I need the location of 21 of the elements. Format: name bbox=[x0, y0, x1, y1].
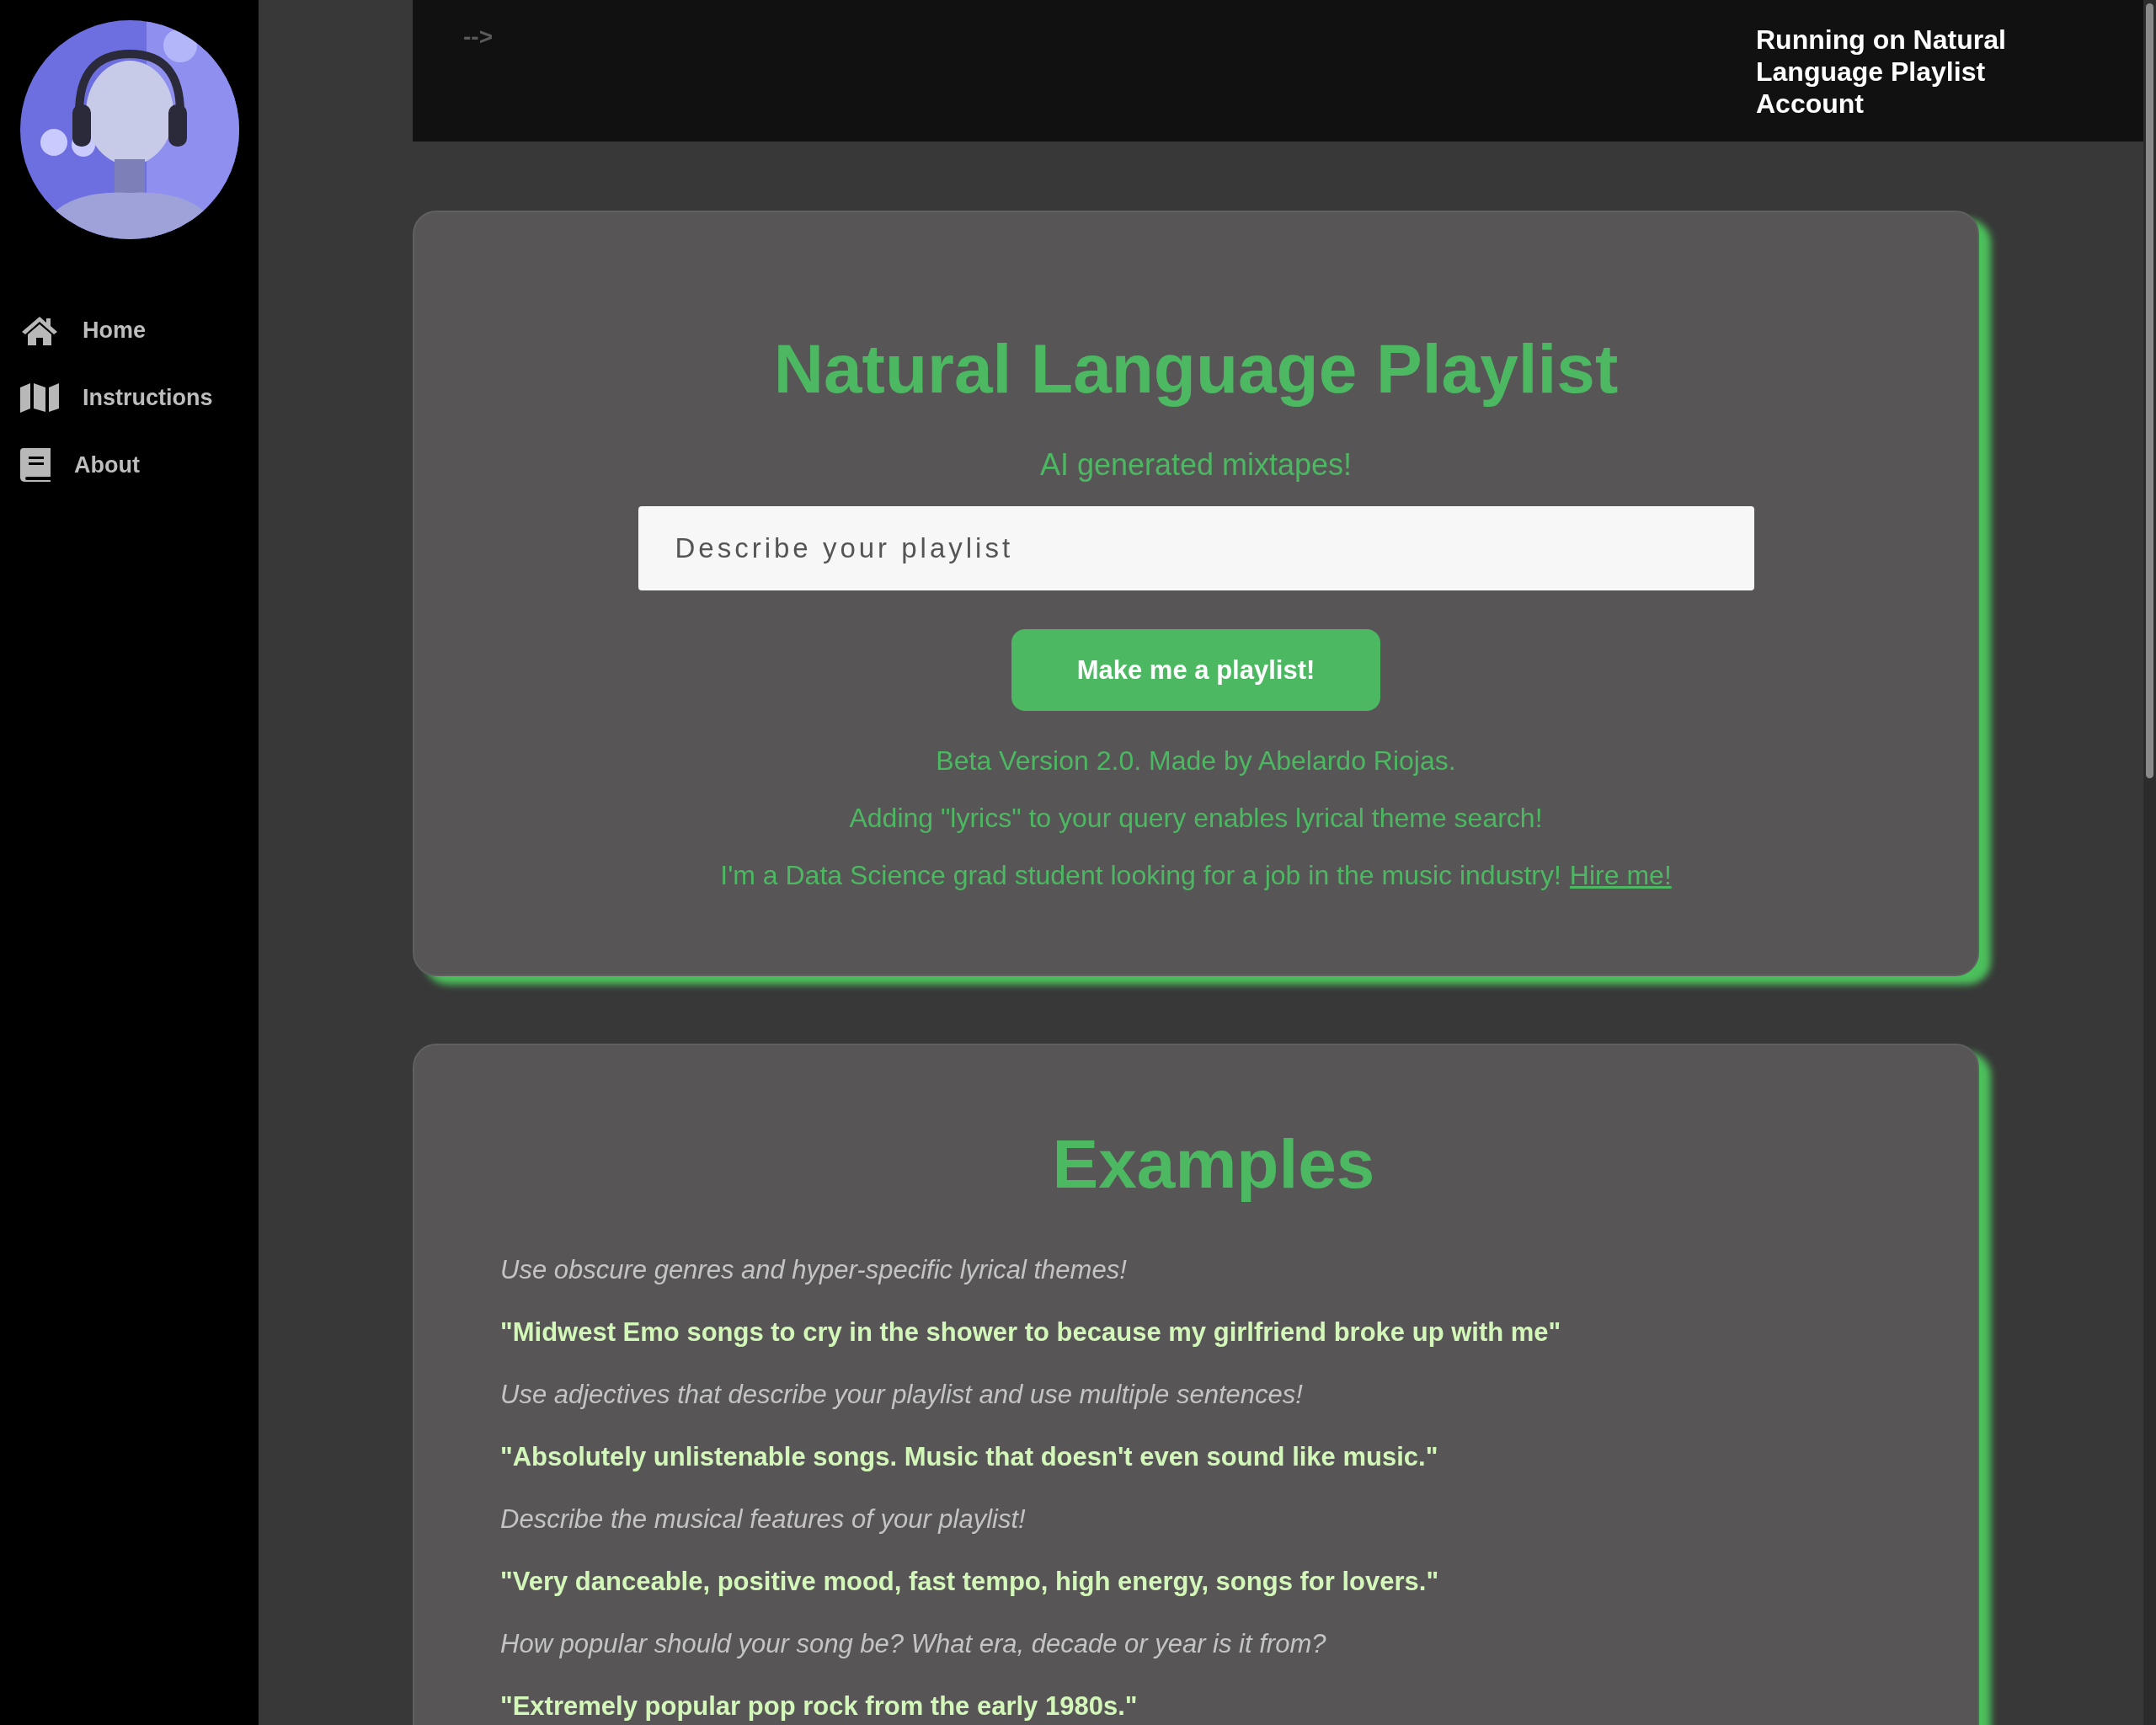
tip-text: Describe the musical features of your playlist! bbox=[500, 1503, 1027, 1535]
example-query: "Midwest Emo songs to cry in the shower to because my girlfriend broke up with me" bbox=[500, 1316, 1562, 1348]
comment-text: --> bbox=[463, 24, 493, 51]
info-text: Adding "lyrics" to your query enables lyrical theme search! bbox=[849, 802, 1543, 835]
info-text: I'm a Data Science grad student looking for a job in the music industry! Hire me! bbox=[720, 859, 1672, 892]
tip-text: How popular should your song be? What era, decade or year is it from? bbox=[500, 1628, 1327, 1660]
subtitle: AI generated mixtapes! bbox=[1039, 447, 1353, 483]
nav-link[interactable]: Instructions bbox=[20, 381, 238, 414]
example-query: "Extremely popular pop rock from the early 1980s." bbox=[500, 1690, 1139, 1722]
example-query: "Absolutely unlistenable songs. Music that doesn't even sound like music." bbox=[500, 1441, 1439, 1473]
example-query: "Very danceable, positive mood, fast tempo, high energy, songs for lovers." bbox=[500, 1566, 1440, 1598]
nav-link[interactable]: About bbox=[20, 448, 238, 482]
account-text: Running on Natural Language Playlist Account bbox=[1756, 24, 2007, 120]
nav-link[interactable]: Home bbox=[20, 313, 238, 347]
tip-text: Use adjectives that describe your playlist and use multiple sentences! bbox=[500, 1379, 1304, 1411]
book-icon bbox=[20, 448, 51, 482]
tip-text: Use obscure genres and hyper-specific lyrical themes! bbox=[500, 1254, 1128, 1286]
playlist-input[interactable]: Describe your playlist bbox=[638, 506, 1754, 590]
scrollbar[interactable] bbox=[2146, 3, 2153, 778]
map-icon bbox=[20, 381, 59, 414]
info-text: Beta Version 2.0. Made by Abelardo Riojas. bbox=[936, 745, 1456, 777]
